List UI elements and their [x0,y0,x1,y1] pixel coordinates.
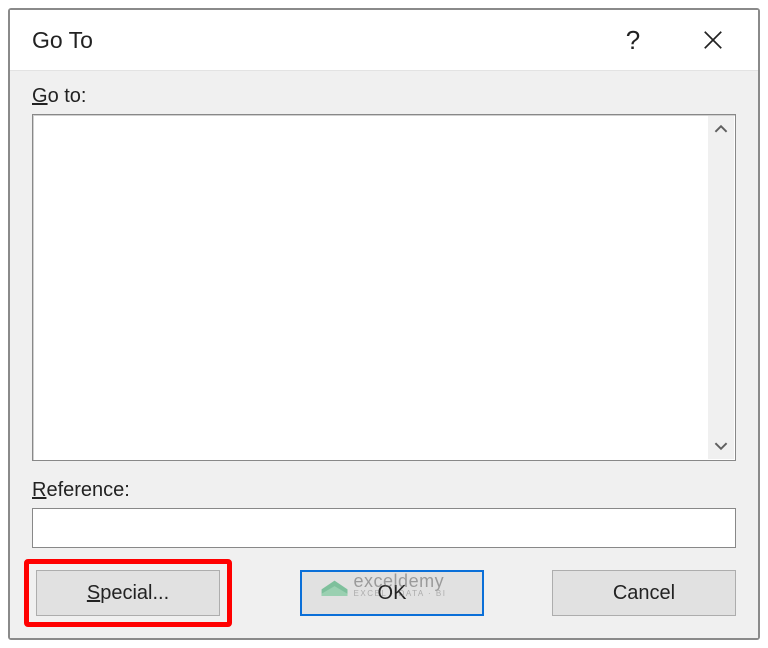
scroll-up-button[interactable] [708,116,734,142]
chevron-down-icon [714,439,728,453]
goto-listbox-wrap [32,114,736,461]
close-button[interactable] [688,15,738,65]
cancel-button[interactable]: Cancel [552,570,736,616]
ok-button[interactable]: OK [300,570,484,616]
dialog-title: Go To [32,27,578,54]
special-button[interactable]: Special... [36,570,220,616]
goto-listbox[interactable] [32,114,736,461]
special-button-highlight: Special... [24,559,232,627]
close-icon [702,29,724,51]
chevron-up-icon [714,122,728,136]
reference-label: Reference: [32,479,736,502]
button-row: Special... OK Cancel [32,570,736,620]
scrollbar[interactable] [708,116,734,459]
scroll-down-button[interactable] [708,433,734,459]
titlebar: Go To ? [10,10,758,70]
goto-dialog: Go To ? Go to: [8,8,760,640]
dialog-body: Go to: Reference: Special.. [10,70,758,638]
help-button[interactable]: ? [608,15,658,65]
goto-label: Go to: [32,85,736,108]
reference-input[interactable] [32,508,736,548]
help-icon: ? [626,25,640,56]
